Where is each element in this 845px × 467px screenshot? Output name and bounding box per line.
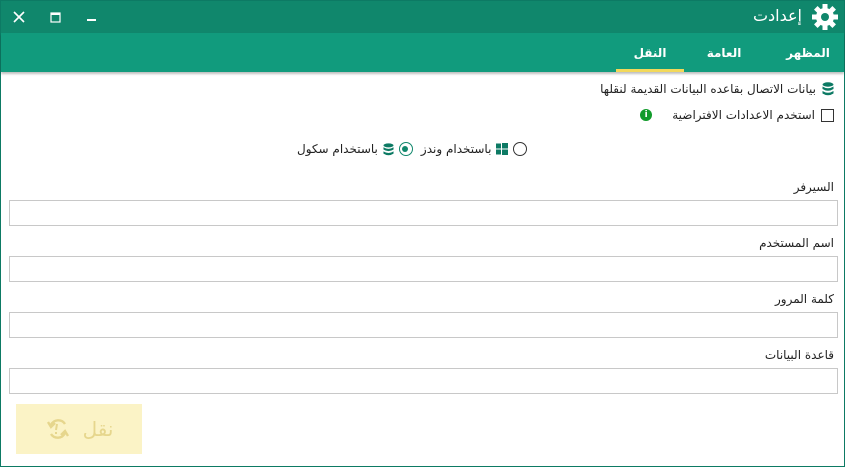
close-button[interactable] xyxy=(9,7,29,27)
database-icon xyxy=(822,82,834,96)
username-label: اسم المستخدم xyxy=(759,236,834,250)
minimize-button[interactable] xyxy=(81,7,101,27)
password-label: كلمة المرور xyxy=(774,292,834,306)
gear-icon xyxy=(812,4,838,30)
transfer-button-label: نقل xyxy=(82,417,114,441)
minimize-icon xyxy=(86,18,96,21)
transfer-icon xyxy=(46,419,69,439)
maximize-icon xyxy=(49,11,61,23)
password-input[interactable] xyxy=(9,312,838,338)
database-label: قاعدة البيانات xyxy=(764,348,834,362)
server-label: السيرفر xyxy=(793,180,834,194)
auth-sql-label: باستخدام سكول xyxy=(297,142,378,156)
auth-windows-label: باستخدام وندز xyxy=(420,142,492,156)
close-icon xyxy=(13,11,25,23)
connection-heading-text: بيانات الاتصال بقاعده البيانات القديمة ل… xyxy=(600,82,816,96)
auth-windows-radio[interactable] xyxy=(513,142,528,156)
database-input[interactable] xyxy=(9,368,838,394)
auth-mode-group: باستخدام سكول باستخدام وندز xyxy=(297,142,537,156)
auth-windows-option[interactable]: باستخدام وندز xyxy=(421,142,538,156)
use-defaults-checkbox[interactable] xyxy=(821,108,834,122)
use-defaults-label: استخدم الاعدادات الافتراضية xyxy=(672,108,815,122)
tab-general[interactable]: العامة xyxy=(694,33,754,72)
server-input[interactable] xyxy=(9,200,838,226)
auth-sql-option[interactable]: باستخدام سكول xyxy=(297,142,413,156)
tab-transfer[interactable]: النقل xyxy=(616,33,684,72)
username-input[interactable] xyxy=(9,256,838,282)
tab-bar: المظهر العامة النقل xyxy=(1,33,844,72)
window-title: إعدادت xyxy=(752,6,802,25)
maximize-button[interactable] xyxy=(45,7,65,27)
tab-appearance[interactable]: المظهر xyxy=(778,33,838,72)
connection-heading: بيانات الاتصال بقاعده البيانات القديمة ل… xyxy=(600,82,834,96)
use-defaults-row: استخدم الاعدادات الافتراضية i xyxy=(640,108,834,122)
settings-window: إعدادت المظهر العامة النقل بيانات الاتصا… xyxy=(0,0,845,467)
sql-database-icon xyxy=(383,142,394,155)
transfer-button[interactable]: نقل xyxy=(16,404,142,454)
info-icon[interactable]: i xyxy=(640,109,653,121)
title-bar: إعدادت xyxy=(1,1,844,33)
windows-icon xyxy=(496,143,509,155)
auth-sql-radio[interactable] xyxy=(398,142,413,156)
